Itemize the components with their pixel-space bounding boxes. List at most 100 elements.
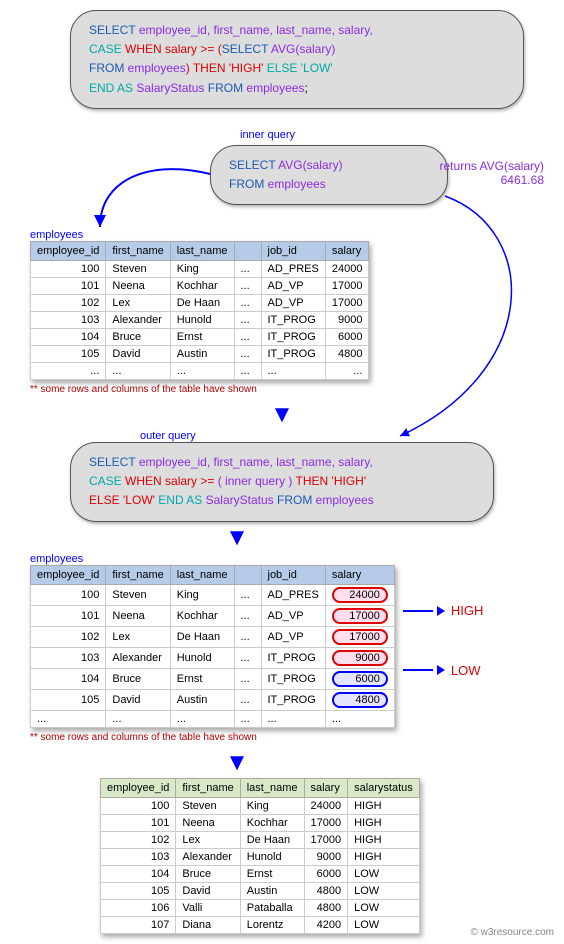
alias: SalaryStatus [133, 81, 204, 95]
table-row: 105DavidAustin...IT_PROG4800 [31, 689, 395, 710]
sql-main-box: SELECT employee_id, first_name, last_nam… [70, 10, 524, 109]
cols-outer: employee_id, first_name, last_name, sala… [139, 455, 373, 469]
table-row: 100StevenKing24000HIGH [101, 797, 420, 814]
arrow-down-1: ▼ [10, 405, 554, 424]
table-row: .................. [31, 710, 395, 727]
col-salary: salary [325, 565, 394, 584]
table-row: 104BruceErnst...IT_PROG6000 [31, 328, 369, 345]
table-row: 102LexDe Haan...AD_VP17000 [31, 294, 369, 311]
high-label-arrow: HIGH [403, 603, 484, 618]
footnote-1: ** some rows and columns of the table ha… [30, 384, 554, 395]
low-label-arrow: LOW [403, 663, 481, 678]
avg-value: 6461.68 [501, 173, 544, 187]
avg-return-label: returns AVG(salary) 6461.68 [414, 159, 544, 187]
alias-outer: SalaryStatus [202, 493, 273, 507]
semicolon: ; [304, 81, 307, 95]
table-row: .................. [31, 362, 369, 379]
employees-table-1: employee_id first_name last_name job_id … [30, 241, 369, 380]
kw-when: WHEN salary >= [125, 42, 218, 56]
col-employee-id: employee_id [31, 565, 106, 584]
col-gap [234, 565, 261, 584]
avg-func: AVG(salary) [268, 42, 335, 56]
watermark: © w3resource.com [470, 927, 554, 938]
employees-table-2: employee_id first_name last_name job_id … [30, 565, 395, 728]
col-salarystatus: salarystatus [348, 778, 420, 797]
col-salary: salary [304, 778, 348, 797]
table-header-row: employee_id first_name last_name salary … [101, 778, 420, 797]
kw-end-outer: END AS [155, 493, 202, 507]
kw-from: FROM [89, 61, 124, 75]
result-table: employee_id first_name last_name salary … [100, 778, 420, 934]
kw-select-sub: SELECT [222, 42, 268, 56]
kw-then-outer: THEN 'HIGH' [292, 474, 366, 488]
table-row: 101NeenaKochhar17000HIGH [101, 814, 420, 831]
col-salary: salary [325, 241, 369, 260]
kw-end: END AS [89, 81, 133, 95]
kw-case: CASE [89, 42, 122, 56]
salary-high-pill: 9000 [332, 650, 388, 666]
table-row: 105DavidAustin4800LOW [101, 882, 420, 899]
table-row: 104BruceErnst6000LOW [101, 865, 420, 882]
col-first-name: first_name [106, 241, 170, 260]
col-job-id: job_id [261, 241, 325, 260]
kw-select-outer: SELECT [89, 455, 135, 469]
returns-avg-text: returns AVG(salary) [440, 159, 544, 173]
table-row: 100StevenKing...AD_PRES24000 [31, 260, 369, 277]
table-header-row: employee_id first_name last_name job_id … [31, 241, 369, 260]
paren-close: ) [186, 61, 190, 75]
tbl-inner: employees [264, 177, 325, 191]
kw-case-outer: CASE [89, 474, 122, 488]
kw-when-outer: WHEN salary >= [122, 474, 218, 488]
salary-low-pill: 4800 [332, 692, 388, 708]
salary-high-pill: 17000 [332, 608, 388, 624]
table-row: 101NeenaKochhar...AD_VP17000 [31, 605, 395, 626]
kw-select: SELECT [89, 23, 135, 37]
tbl2: employees [243, 81, 304, 95]
kw-then: THEN 'HIGH' [193, 61, 267, 75]
table-row: 103AlexanderHunold9000HIGH [101, 848, 420, 865]
table-row: 107DianaLorentz4200LOW [101, 916, 420, 933]
footnote-2: ** some rows and columns of the table ha… [30, 732, 554, 743]
col-last-name: last_name [170, 565, 234, 584]
table-row: 103AlexanderHunold...IT_PROG9000 [31, 311, 369, 328]
kw-select-inner: SELECT [229, 158, 275, 172]
col-first-name: first_name [176, 778, 240, 797]
sql-inner-box: SELECT AVG(salary) FROM employees [210, 145, 448, 205]
table-row: 100StevenKing...AD_PRES24000 [31, 584, 395, 605]
col-employee-id: employee_id [101, 778, 176, 797]
tbl-outer: employees [312, 493, 373, 507]
table-row: 104BruceErnst...IT_PROG6000 [31, 668, 395, 689]
arrow-down-2: ▼ [0, 528, 554, 547]
salary-high-pill: 17000 [332, 629, 388, 645]
col-last-name: last_name [240, 778, 304, 797]
table-row: 103AlexanderHunold...IT_PROG9000 [31, 647, 395, 668]
col-first-name: first_name [106, 565, 170, 584]
col-gap [234, 241, 261, 260]
salary-high-pill: 24000 [332, 587, 388, 603]
table-row: 106ValliPataballa4800LOW [101, 899, 420, 916]
col-job-id: job_id [261, 565, 325, 584]
table-row: 105DavidAustin...IT_PROG4800 [31, 345, 369, 362]
table-row: 102LexDe Haan17000HIGH [101, 831, 420, 848]
col-employee-id: employee_id [31, 241, 106, 260]
from-outer: FROM [274, 493, 313, 507]
arrow-down-3: ▼ [0, 753, 554, 772]
avg-inner: AVG(salary) [275, 158, 342, 172]
sql-cols: employee_id, first_name, last_name, sala… [139, 23, 373, 37]
col-last-name: last_name [170, 241, 234, 260]
employees-label-1: employees [30, 229, 554, 241]
table-header-row: employee_id first_name last_name job_id … [31, 565, 395, 584]
arrow-inner-to-table [70, 149, 230, 239]
table-row: 102LexDe Haan...AD_VP17000 [31, 626, 395, 647]
kw-else-outer: ELSE 'LOW' [89, 493, 155, 507]
low-text: LOW [451, 663, 481, 678]
kw-from2: FROM [208, 81, 243, 95]
kw-from-inner: FROM [229, 177, 264, 191]
inner-query-label: inner query [240, 129, 295, 141]
high-text: HIGH [451, 603, 484, 618]
kw-else: ELSE 'LOW' [267, 61, 333, 75]
inner-placeholder: ( inner query ) [218, 474, 293, 488]
table-row: 101NeenaKochhar...AD_VP17000 [31, 277, 369, 294]
employees-label-2: employees [30, 553, 554, 565]
salary-low-pill: 6000 [332, 671, 388, 687]
